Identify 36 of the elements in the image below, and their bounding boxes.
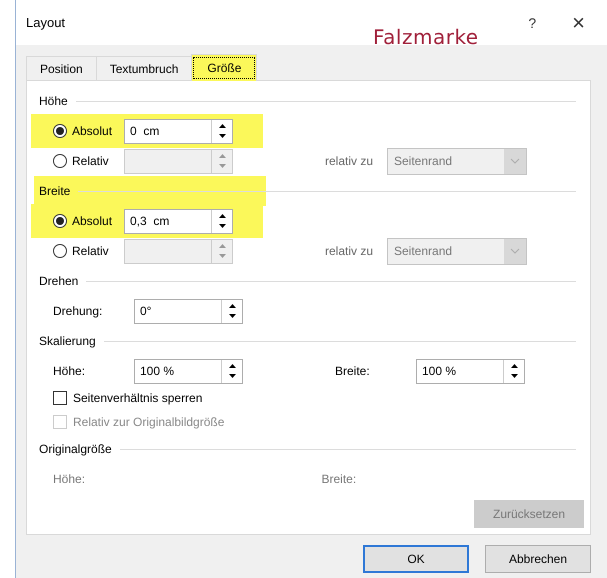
- cancel-button[interactable]: Abbrechen: [485, 545, 591, 573]
- spin-field[interactable]: 0 cm: [124, 118, 233, 144]
- close-button[interactable]: ×: [572, 10, 585, 36]
- section-heading: Höhe: [39, 94, 69, 108]
- radio-button[interactable]: [53, 154, 67, 168]
- section-heading: Skalierung: [39, 334, 97, 348]
- field-label: Höhe:: [53, 472, 86, 486]
- field-label: Drehung:: [53, 304, 104, 318]
- checkbox-label: Relativ zur Originalbildgröße: [73, 415, 224, 429]
- spin-field[interactable]: 100 %: [416, 358, 525, 384]
- radio-button[interactable]: [53, 244, 67, 258]
- checkbox[interactable]: [53, 391, 67, 405]
- help-button[interactable]: ?: [528, 14, 536, 30]
- chevron-down-icon: [504, 238, 526, 264]
- ok-button[interactable]: OK: [363, 545, 469, 573]
- section-heading: Drehen: [39, 274, 80, 288]
- field-label: relativ zu: [325, 244, 374, 258]
- field-label: Breite:: [322, 472, 358, 486]
- radio-label: Absolut: [72, 124, 114, 138]
- radio-label: Absolut: [72, 214, 114, 228]
- radio-label: Relativ: [72, 154, 110, 168]
- spin-field[interactable]: 0°: [134, 298, 243, 324]
- radio-label: Relativ: [72, 244, 110, 258]
- spin-field[interactable]: 100 %: [134, 358, 243, 384]
- field-label: Höhe:: [53, 364, 86, 378]
- spin-field[interactable]: 0,3 cm: [124, 208, 233, 234]
- field-label: relativ zu: [325, 154, 374, 168]
- section-heading: Breite: [39, 184, 72, 198]
- field-label: Breite:: [335, 364, 371, 378]
- annotation-label: Falzmarke: [373, 25, 479, 49]
- section-heading: Originalgröße: [39, 442, 113, 456]
- checkbox-label: Seitenverhältnis sperren: [73, 391, 202, 405]
- chevron-down-icon: [504, 148, 526, 174]
- tab[interactable]: Position: [26, 56, 97, 80]
- tab[interactable]: Größe: [191, 54, 258, 81]
- window-title: Layout: [26, 15, 66, 30]
